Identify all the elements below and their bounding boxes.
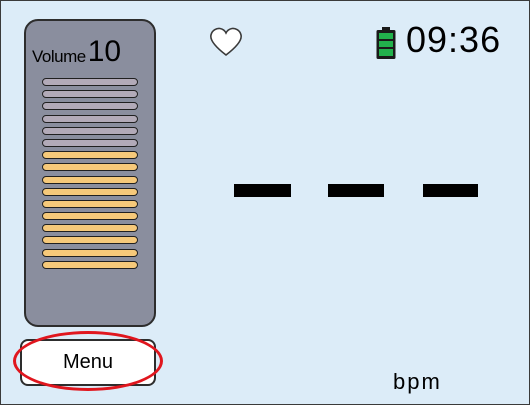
- placeholder-dash: [423, 184, 478, 197]
- volume-label: Volume: [32, 47, 86, 66]
- volume-segment-on: [42, 248, 138, 257]
- volume-segment-on: [42, 163, 138, 172]
- volume-segment-on: [42, 212, 138, 221]
- volume-segment-on: [42, 236, 138, 245]
- volume-segment-on: [42, 199, 138, 208]
- volume-segment-off: [42, 78, 138, 86]
- volume-segment-on: [42, 260, 138, 269]
- bpm-unit-label: bpm: [393, 369, 442, 394]
- volume-segment-off: [42, 90, 138, 99]
- volume-segment-off: [42, 126, 138, 135]
- volume-segment-on: [42, 187, 138, 196]
- volume-segment-on: [42, 151, 138, 160]
- volume-segment-off: [42, 138, 138, 147]
- volume-value: 10: [87, 35, 122, 68]
- heart-icon: [210, 27, 242, 57]
- volume-header: Volume 10: [32, 27, 152, 67]
- battery-icon: [376, 27, 396, 59]
- volume-segment-on: [42, 175, 138, 184]
- volume-segment-off: [42, 102, 138, 111]
- volume-segment-off: [42, 114, 138, 123]
- menu-button[interactable]: Menu: [20, 339, 156, 386]
- volume-panel[interactable]: Volume 10: [24, 19, 156, 327]
- clock-time: 09:36: [406, 19, 502, 60]
- volume-segment-on: [42, 224, 138, 233]
- placeholder-dash: [234, 184, 291, 197]
- device-screen: Volume 10 09:36 bpm Menu: [0, 0, 530, 405]
- volume-level-bars[interactable]: [42, 78, 138, 273]
- placeholder-dash: [328, 184, 384, 197]
